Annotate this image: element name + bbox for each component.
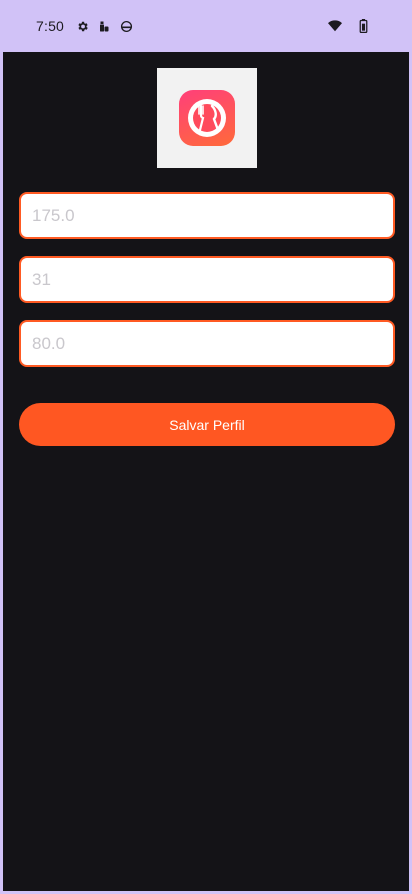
status-time: 7:50 [36,18,65,34]
weight-input[interactable] [19,320,395,367]
status-right-icons [327,18,377,34]
fork-knife-plate-icon [179,90,235,146]
height-input[interactable] [19,192,395,239]
sim-icon [96,18,112,34]
android-head-icon [118,18,134,34]
save-profile-button-label: Salvar Perfil [169,416,245,433]
app-logo [157,68,257,168]
status-bar: 7:50 [3,0,409,52]
app-screen: 7:50 175.0 31 80.0 Salvar Perfil [0,0,412,894]
gear-icon [74,18,90,34]
wifi-icon [327,18,343,34]
save-profile-button[interactable]: Salvar Perfil [19,403,395,446]
age-input[interactable] [19,256,395,303]
battery-icon [355,18,371,34]
